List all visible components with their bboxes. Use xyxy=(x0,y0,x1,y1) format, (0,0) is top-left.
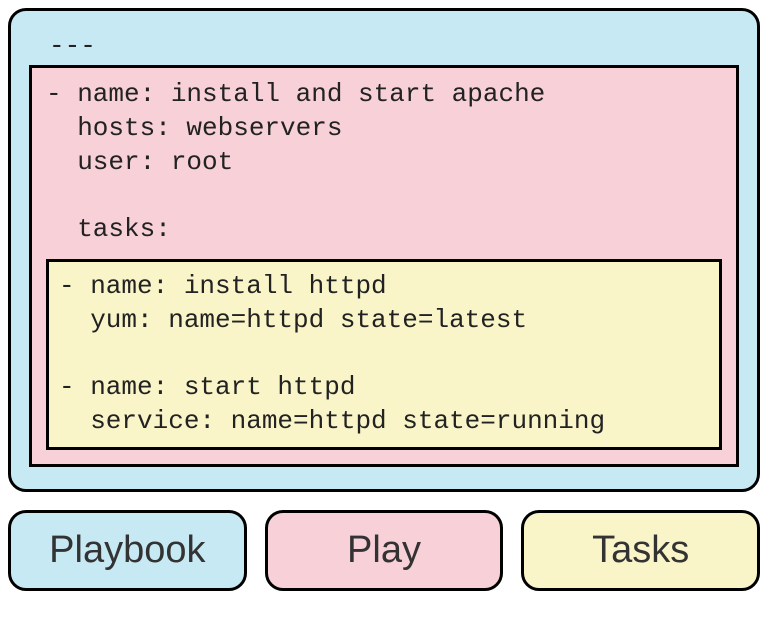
play-name-line: - name: install and start apache xyxy=(46,78,722,112)
play-tasks-key: tasks: xyxy=(46,213,722,247)
play-hosts-line: hosts: webservers xyxy=(46,112,722,146)
task2-service-line: service: name=httpd state=running xyxy=(59,405,709,439)
play-user-line: user: root xyxy=(46,146,722,180)
tasks-blank-line xyxy=(59,338,709,372)
task1-name-line: - name: install httpd xyxy=(59,270,709,304)
legend-row: Playbook Play Tasks xyxy=(8,510,760,591)
playbook-box: --- - name: install and start apache hos… xyxy=(8,8,760,492)
yaml-doc-marker: --- xyxy=(49,31,739,61)
play-blank-line xyxy=(46,179,722,213)
play-box: - name: install and start apache hosts: … xyxy=(29,65,739,467)
tasks-box: - name: install httpd yum: name=httpd st… xyxy=(46,259,722,450)
legend-play: Play xyxy=(265,510,504,591)
legend-playbook: Playbook xyxy=(8,510,247,591)
task2-name-line: - name: start httpd xyxy=(59,371,709,405)
legend-tasks: Tasks xyxy=(521,510,760,591)
task1-yum-line: yum: name=httpd state=latest xyxy=(59,304,709,338)
